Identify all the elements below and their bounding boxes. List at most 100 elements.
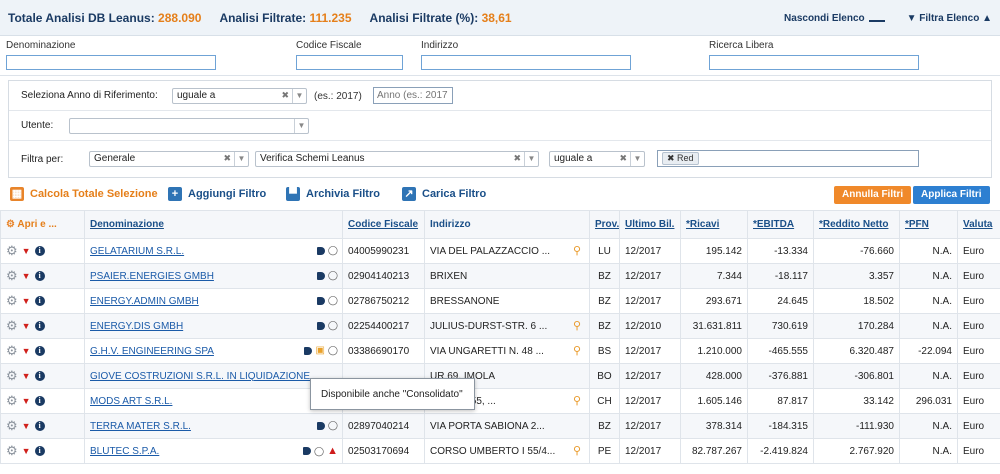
consolidated-doc-icon[interactable]: ▣ bbox=[315, 345, 324, 356]
indirizzo-search-input[interactable] bbox=[421, 55, 631, 70]
col-codice-fiscale[interactable]: Codice Fiscale bbox=[342, 210, 425, 239]
col-valuta[interactable]: Valuta bbox=[957, 210, 1000, 239]
caret-down-icon[interactable]: ▼ bbox=[22, 346, 31, 356]
utente-row: Utente: ▼ bbox=[9, 111, 991, 141]
company-link[interactable]: ENERGY.ADMIN GMBH bbox=[90, 296, 199, 307]
caret-down-icon[interactable]: ▼ bbox=[22, 271, 31, 281]
chat-icon[interactable]: ◯ bbox=[328, 345, 338, 356]
map-pin-icon[interactable]: ⚲ bbox=[573, 394, 581, 407]
col-apri[interactable]: ⚙ Apri e ... bbox=[0, 210, 85, 239]
chevron-down-icon[interactable]: ▼ bbox=[524, 152, 538, 166]
info-icon[interactable]: i bbox=[34, 246, 45, 256]
denominazione-search-input[interactable] bbox=[6, 55, 216, 70]
chat-icon[interactable]: ◯ bbox=[328, 245, 338, 256]
caret-down-icon[interactable]: ▼ bbox=[22, 421, 31, 431]
gear-icon[interactable]: ⚙ bbox=[6, 343, 18, 359]
remove-tag-icon[interactable]: ✖ bbox=[667, 153, 677, 163]
calcola-totale-button[interactable]: ▦ Calcola Totale Selezione bbox=[10, 187, 158, 201]
cell-ricavi: 82.787.267 bbox=[680, 438, 748, 464]
chat-icon[interactable]: ◯ bbox=[328, 295, 338, 306]
company-link[interactable]: MODS ART S.R.L. bbox=[90, 396, 172, 407]
col-ultimo-bil[interactable]: Ultimo Bil. bbox=[619, 210, 681, 239]
tag-icon[interactable] bbox=[316, 246, 325, 255]
map-pin-icon[interactable]: ⚲ bbox=[573, 444, 581, 457]
warning-icon[interactable]: ▲ bbox=[327, 445, 338, 457]
filter-icon: ▼ bbox=[906, 12, 920, 24]
codice-fiscale-search-input[interactable] bbox=[296, 55, 403, 70]
caret-down-icon[interactable]: ▼ bbox=[22, 246, 31, 256]
col-ricavi[interactable]: *Ricavi bbox=[680, 210, 748, 239]
caret-down-icon[interactable]: ▼ bbox=[22, 321, 31, 331]
map-pin-icon[interactable]: ⚲ bbox=[573, 244, 581, 257]
chevron-down-icon[interactable]: ▼ bbox=[234, 152, 248, 166]
col-ebitda[interactable]: *EBITDA bbox=[747, 210, 814, 239]
chat-icon[interactable]: ◯ bbox=[328, 270, 338, 281]
info-icon[interactable]: i bbox=[34, 396, 45, 406]
company-link[interactable]: GELATARIUM S.R.L. bbox=[90, 246, 184, 257]
caret-down-icon[interactable]: ▼ bbox=[22, 371, 31, 381]
utente-select[interactable]: ▼ bbox=[69, 118, 309, 134]
company-link[interactable]: TERRA MATER S.R.L. bbox=[90, 421, 191, 432]
chat-icon[interactable]: ◯ bbox=[328, 420, 338, 431]
anno-operator-select[interactable]: uguale a ✖ ▼ bbox=[172, 88, 307, 104]
chevron-down-icon[interactable]: ▼ bbox=[292, 89, 306, 103]
hide-list-button[interactable]: Nascondi Elenco bbox=[784, 13, 885, 24]
filtra-value-input[interactable]: ✖ Red bbox=[657, 150, 919, 167]
filtra-field-select[interactable]: Verifica Schemi Leanus ✖ ▼ bbox=[255, 151, 539, 167]
gear-icon[interactable]: ⚙ bbox=[6, 243, 18, 259]
company-link[interactable]: PSAIER.ENERGIES GMBH bbox=[90, 271, 214, 282]
clear-icon[interactable]: ✖ bbox=[513, 153, 521, 164]
carica-filtro-button[interactable]: ↗ Carica Filtro bbox=[402, 187, 486, 201]
filtra-operator-select[interactable]: uguale a ✖ ▼ bbox=[549, 151, 645, 167]
gear-icon[interactable]: ⚙ bbox=[6, 443, 18, 459]
filter-list-button[interactable]: ▼ Filtra Elenco ▲ bbox=[907, 13, 992, 24]
company-link[interactable]: BLUTEC S.P.A. bbox=[90, 446, 159, 457]
info-icon[interactable]: i bbox=[34, 346, 45, 356]
col-pfn[interactable]: *PFN bbox=[899, 210, 958, 239]
gear-icon[interactable]: ⚙ bbox=[6, 368, 18, 384]
gear-icon[interactable]: ⚙ bbox=[6, 418, 18, 434]
map-pin-icon[interactable]: ⚲ bbox=[573, 319, 581, 332]
tag-icon[interactable] bbox=[316, 271, 325, 280]
company-link[interactable]: GIOVE COSTRUZIONI S.R.L. IN LIQUIDAZIONE bbox=[90, 371, 310, 382]
clear-icon[interactable]: ✖ bbox=[223, 153, 231, 164]
filter-value-tag[interactable]: ✖ Red bbox=[662, 152, 699, 165]
chat-icon[interactable]: ◯ bbox=[314, 446, 324, 457]
tag-icon[interactable] bbox=[303, 447, 312, 455]
aggiungi-filtro-button[interactable]: + Aggiungi Filtro bbox=[168, 187, 266, 201]
info-icon[interactable]: i bbox=[34, 446, 45, 456]
info-icon[interactable]: i bbox=[34, 421, 45, 431]
ricerca-libera-search-input[interactable] bbox=[709, 55, 919, 70]
anno-input[interactable] bbox=[373, 87, 453, 104]
caret-down-icon[interactable]: ▼ bbox=[22, 396, 31, 406]
tag-icon[interactable] bbox=[304, 346, 313, 355]
info-icon[interactable]: i bbox=[34, 271, 45, 281]
clear-icon[interactable]: ✖ bbox=[281, 90, 289, 101]
company-link[interactable]: G.H.V. ENGINEERING SPA bbox=[90, 346, 214, 357]
caret-down-icon[interactable]: ▼ bbox=[22, 446, 31, 456]
gear-icon[interactable]: ⚙ bbox=[6, 393, 18, 409]
applica-filtri-button[interactable]: Applica Filtri bbox=[913, 186, 990, 204]
annulla-filtri-button[interactable]: Annulla Filtri bbox=[834, 186, 912, 204]
caret-down-icon[interactable]: ▼ bbox=[22, 296, 31, 306]
clear-icon[interactable]: ✖ bbox=[619, 153, 627, 164]
map-pin-icon[interactable]: ⚲ bbox=[573, 344, 581, 357]
company-link[interactable]: ENERGY.DIS GMBH bbox=[90, 321, 183, 332]
col-prov[interactable]: Prov. bbox=[589, 210, 620, 239]
chevron-down-icon[interactable]: ▼ bbox=[630, 152, 644, 166]
tag-icon[interactable] bbox=[316, 296, 325, 305]
info-icon[interactable]: i bbox=[34, 371, 45, 381]
gear-icon[interactable]: ⚙ bbox=[6, 268, 18, 284]
info-icon[interactable]: i bbox=[34, 321, 45, 331]
gear-icon[interactable]: ⚙ bbox=[6, 293, 18, 309]
gear-icon[interactable]: ⚙ bbox=[6, 318, 18, 334]
col-reddito-netto[interactable]: *Reddito Netto bbox=[813, 210, 900, 239]
chevron-down-icon[interactable]: ▼ bbox=[294, 119, 308, 133]
col-denominazione[interactable]: Denominazione bbox=[84, 210, 343, 239]
chat-icon[interactable]: ◯ bbox=[328, 320, 338, 331]
tag-icon[interactable] bbox=[316, 421, 325, 430]
archivia-filtro-button[interactable]: ▀ Archivia Filtro bbox=[286, 187, 380, 201]
filtra-category-select[interactable]: Generale ✖ ▼ bbox=[89, 151, 249, 167]
tag-icon[interactable] bbox=[316, 321, 325, 330]
info-icon[interactable]: i bbox=[34, 296, 45, 306]
